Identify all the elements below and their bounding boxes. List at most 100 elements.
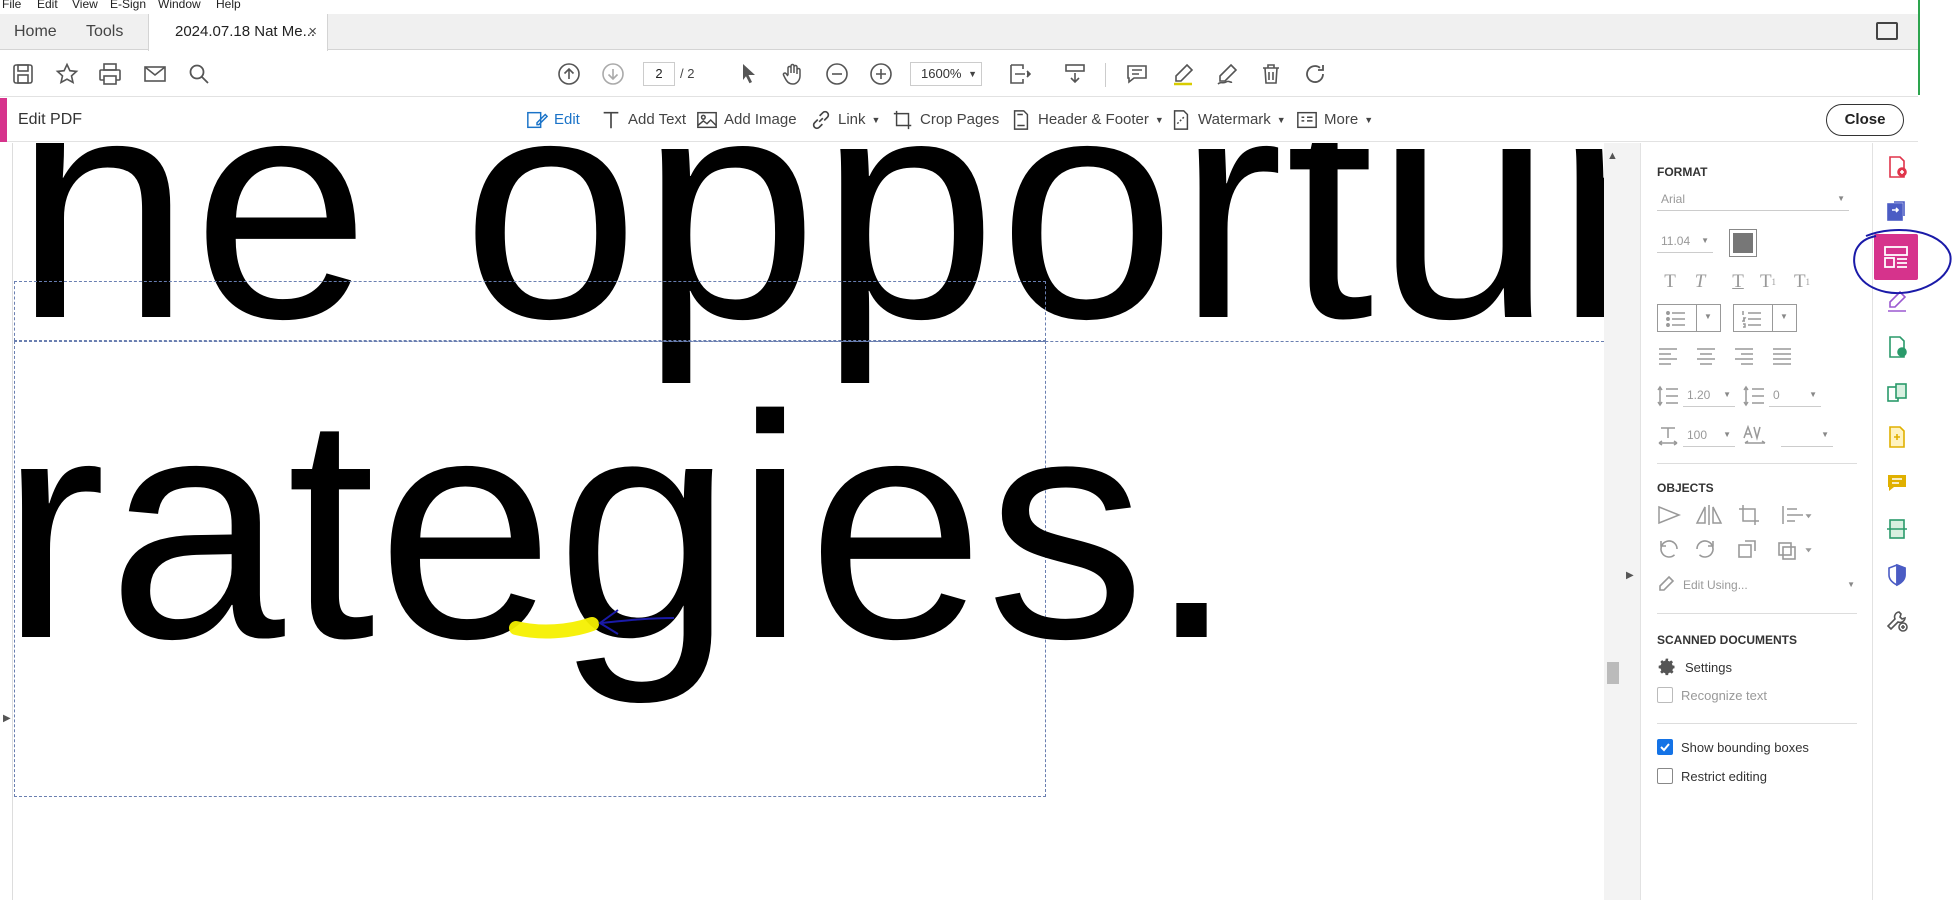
object-rotate-icons[interactable] <box>1657 537 1857 561</box>
protect-shield-icon[interactable] <box>1885 563 1909 587</box>
more-button[interactable]: More ▼ <box>1296 98 1373 142</box>
document-canvas[interactable]: he opportunit rategies. ▶ <box>0 143 1608 900</box>
comment-icon[interactable] <box>1124 61 1150 87</box>
object-arrange-icons[interactable] <box>1657 503 1857 527</box>
sign-icon[interactable] <box>1214 61 1240 87</box>
add-text-button[interactable]: Add Text <box>600 98 686 142</box>
edit-tool-button[interactable]: Edit <box>526 98 580 142</box>
more-label: More <box>1324 111 1359 128</box>
crop-pages-button[interactable]: Crop Pages <box>892 98 999 142</box>
text-style-normal-icon[interactable]: T <box>1657 269 1683 295</box>
send-for-signature-icon[interactable] <box>1885 335 1909 359</box>
save-icon[interactable] <box>10 61 36 87</box>
accent-line <box>1918 0 1920 95</box>
recognize-text-option[interactable]: Recognize text <box>1657 687 1767 703</box>
menu-edit[interactable]: Edit <box>37 0 58 10</box>
select-cursor-icon[interactable] <box>736 61 762 87</box>
document-text-line-2[interactable]: rategies. <box>0 345 1238 710</box>
export-pdf-icon[interactable] <box>1885 199 1909 223</box>
left-panel-toggle-icon[interactable]: ▶ <box>3 713 11 724</box>
recognize-text-checkbox[interactable] <box>1657 687 1673 703</box>
previous-page-icon[interactable] <box>556 61 582 87</box>
zoom-out-icon[interactable] <box>824 61 850 87</box>
font-size-select[interactable]: 11.04 ▼ <box>1657 229 1713 253</box>
menu-window[interactable]: Window <box>158 0 201 10</box>
horizontal-scale-select[interactable]: 100 ▼ <box>1683 423 1735 447</box>
paragraph-spacing-value: 0 <box>1773 388 1780 402</box>
comment-tool-icon[interactable] <box>1885 471 1909 495</box>
email-icon[interactable] <box>142 61 168 87</box>
edit-using-select[interactable]: Edit Using... ▼ <box>1679 573 1859 597</box>
close-edit-button[interactable]: Close <box>1826 104 1904 136</box>
annotation-markup <box>509 609 675 639</box>
line-spacing-select[interactable]: 1.20 ▼ <box>1683 383 1735 407</box>
zoom-level-select[interactable]: 1600% ▼ <box>910 62 982 86</box>
chevron-down-icon: ▼ <box>1701 236 1709 245</box>
scan-ocr-icon[interactable] <box>1885 517 1909 541</box>
show-bounding-boxes-checkbox[interactable] <box>1657 739 1673 755</box>
font-color-picker[interactable] <box>1729 229 1757 257</box>
gear-icon <box>1658 658 1675 676</box>
menu-bar: File Edit View E-Sign Window Help <box>0 0 1954 14</box>
chevron-down-icon: ▼ <box>1847 580 1855 589</box>
link-button[interactable]: Link ▼ <box>810 98 880 142</box>
close-tab-icon[interactable]: × <box>308 14 317 50</box>
restrict-editing-option[interactable]: Restrict editing <box>1657 768 1767 784</box>
restrict-editing-checkbox[interactable] <box>1657 768 1673 784</box>
menu-view[interactable]: View <box>72 0 98 10</box>
numbered-list-select[interactable]: ▼ <box>1733 304 1797 332</box>
text-style-italic-icon[interactable]: T <box>1687 269 1713 295</box>
subscript-icon[interactable]: T1 <box>1789 269 1815 295</box>
more-tools-wrench-icon[interactable] <box>1885 609 1909 633</box>
scanned-documents-header: SCANNED DOCUMENTS <box>1657 633 1798 647</box>
highlight-pen-icon[interactable] <box>1170 61 1196 87</box>
text-style-underline-icon[interactable]: T <box>1725 269 1751 295</box>
add-text-label: Add Text <box>628 111 687 128</box>
tab-home[interactable]: Home <box>14 14 57 50</box>
menu-help[interactable]: Help <box>216 0 241 10</box>
header-footer-icon <box>1010 109 1032 131</box>
scroll-mode-icon[interactable] <box>1062 61 1088 87</box>
search-icon[interactable] <box>186 61 212 87</box>
next-page-icon[interactable] <box>600 61 626 87</box>
character-spacing-select[interactable]: ▼ <box>1781 423 1833 447</box>
add-image-button[interactable]: Add Image <box>696 98 797 142</box>
menu-file[interactable]: File <box>2 0 21 10</box>
watermark-button[interactable]: Watermark ▼ <box>1170 98 1286 142</box>
font-family-select[interactable]: Arial ▼ <box>1657 187 1849 211</box>
page-fit-icon[interactable] <box>1006 61 1032 87</box>
vertical-scrollbar[interactable] <box>1604 143 1640 900</box>
star-icon[interactable] <box>54 61 80 87</box>
delete-icon[interactable] <box>1258 61 1284 87</box>
scrollbar-thumb[interactable] <box>1607 662 1619 684</box>
paragraph-spacing-icon <box>1743 385 1764 407</box>
scroll-up-icon[interactable]: ▲ <box>1607 150 1618 162</box>
paragraph-spacing-select[interactable]: 0 ▼ <box>1769 383 1821 407</box>
edit-using-pencil-icon <box>1659 575 1675 591</box>
hand-tool-icon[interactable] <box>780 61 806 87</box>
header-footer-button[interactable]: Header & Footer ▼ <box>1010 98 1164 142</box>
text-bounding-box[interactable] <box>14 281 1046 341</box>
zoom-in-icon[interactable] <box>868 61 894 87</box>
show-bounding-boxes-label: Show bounding boxes <box>1681 739 1809 755</box>
watermark-label: Watermark <box>1198 111 1271 128</box>
tab-document[interactable]: 2024.07.18 Nat Me... × <box>148 14 328 51</box>
combine-files-icon[interactable] <box>1885 425 1909 449</box>
show-bounding-boxes-option[interactable]: Show bounding boxes <box>1657 739 1809 755</box>
alignment-icons[interactable] <box>1659 347 1849 365</box>
right-panel-toggle-icon[interactable]: ▶ <box>1626 570 1634 581</box>
create-pdf-icon[interactable] <box>1885 155 1909 179</box>
page-number-input[interactable]: 2 <box>643 62 675 86</box>
scanned-settings-button[interactable]: Settings <box>1657 657 1732 677</box>
page-total: / 2 <box>680 66 695 81</box>
chevron-down-icon: ▼ <box>871 115 881 125</box>
tab-tools[interactable]: Tools <box>86 14 123 50</box>
menu-esign[interactable]: E-Sign <box>110 0 146 10</box>
bullet-list-select[interactable]: ▼ <box>1657 304 1721 332</box>
organize-pages-icon[interactable] <box>1885 381 1909 405</box>
rotate-icon[interactable] <box>1302 61 1328 87</box>
share-window-icon[interactable] <box>1876 22 1898 40</box>
objects-header: OBJECTS <box>1657 481 1714 495</box>
print-icon[interactable] <box>97 61 123 87</box>
superscript-icon[interactable]: T1 <box>1755 269 1781 295</box>
